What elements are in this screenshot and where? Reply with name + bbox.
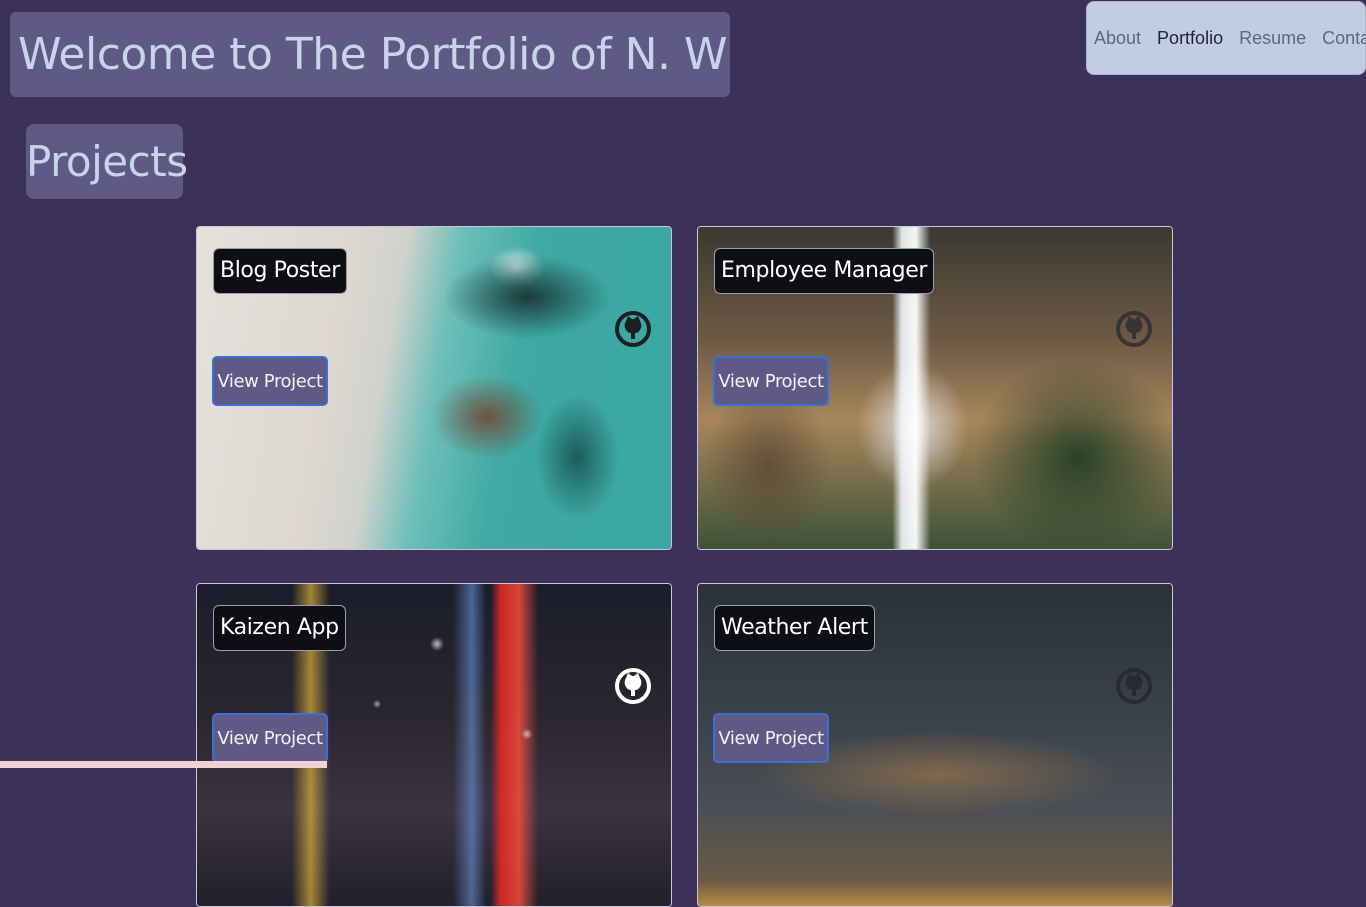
github-icon[interactable]	[1116, 307, 1152, 351]
nav-link-resume[interactable]: Resume	[1239, 28, 1306, 49]
nav-link-contact[interactable]: Contact	[1322, 28, 1366, 49]
top-nav: About Portfolio Resume Contact	[1086, 1, 1366, 75]
projects-heading: Projects	[26, 124, 188, 199]
nav-link-about[interactable]: About	[1094, 28, 1141, 49]
project-card-weather-alert: Weather Alert View Project	[697, 583, 1173, 907]
github-icon[interactable]	[615, 307, 651, 351]
project-card-employee-manager: Employee Manager View Project	[697, 226, 1173, 550]
view-project-button[interactable]: View Project	[713, 356, 829, 406]
project-title: Blog Poster	[213, 248, 347, 294]
nav-link-portfolio[interactable]: Portfolio	[1157, 28, 1223, 49]
project-title: Weather Alert	[714, 605, 875, 651]
site-title: Welcome to The Portfolio of N. Wilson	[10, 12, 730, 97]
project-title: Kaizen App	[213, 605, 346, 651]
github-icon[interactable]	[615, 664, 651, 708]
view-project-button[interactable]: View Project	[713, 713, 829, 763]
footer-strip	[0, 761, 327, 768]
github-icon[interactable]	[1116, 664, 1152, 708]
view-project-button[interactable]: View Project	[212, 713, 328, 763]
project-title: Employee Manager	[714, 248, 934, 294]
project-card-blog-poster: Blog Poster View Project	[196, 226, 672, 550]
project-card-kaizen-app: Kaizen App View Project	[196, 583, 672, 907]
view-project-button[interactable]: View Project	[212, 356, 328, 406]
